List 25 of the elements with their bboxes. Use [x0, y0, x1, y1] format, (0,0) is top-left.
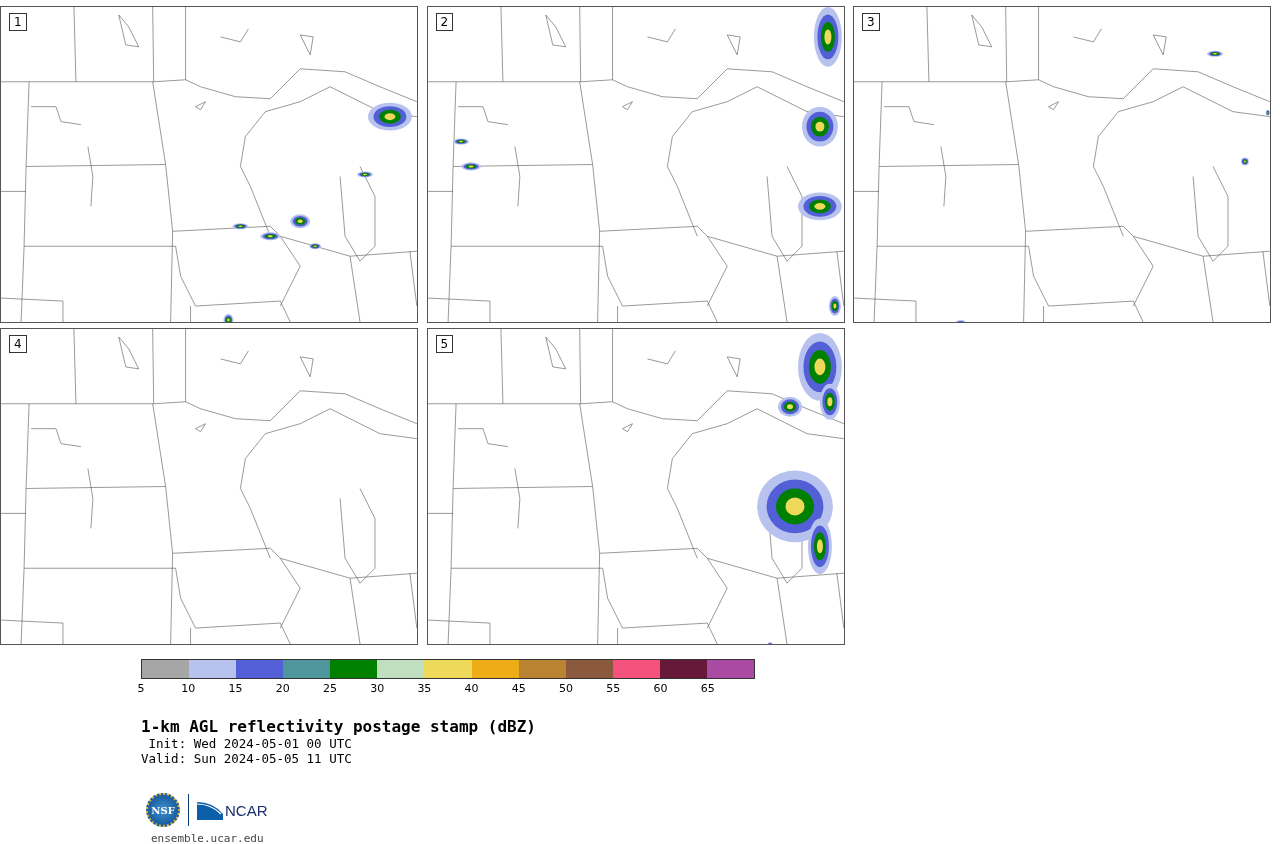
colorbar-tick-label: 45: [511, 682, 526, 695]
ncar-logo-text: NCAR: [225, 801, 268, 819]
panel-number: 2: [435, 13, 454, 31]
panel-number: 4: [9, 335, 27, 353]
colorbar-tick-label: 30: [370, 682, 385, 695]
panel-number: 5: [435, 335, 454, 353]
colorbar-tick-label: 60: [653, 682, 668, 695]
ncar-logo-icon: [197, 800, 223, 820]
colorbar-tick-label: 65: [700, 682, 715, 695]
init-time: Init: Wed 2024-05-01 00 UTC: [147, 736, 353, 751]
colorbar-tick-label: 20: [275, 682, 290, 695]
colorbar-tick-label: 5: [137, 682, 145, 695]
colorbar-tick-label: 40: [464, 682, 479, 695]
nsf-logo: NSF: [146, 793, 180, 827]
colorbar-tick-label: 25: [322, 682, 337, 695]
colorbar-tick-label: 55: [606, 682, 621, 695]
chart-title: 1-km AGL reflectivity postage stamp (dBZ): [141, 717, 537, 736]
colorbar-tick-label: 10: [181, 682, 196, 695]
panel-number: 1: [9, 13, 27, 31]
website-url: ensemble.ucar.edu: [151, 832, 265, 844]
colorbar-tick-label: 50: [559, 682, 574, 695]
colorbar-tick-label: 15: [228, 682, 243, 695]
valid-time: Valid: Sun 2024-05-05 11 UTC: [141, 751, 353, 766]
panel-number: 3: [862, 13, 880, 31]
colorbar-tick-label: 35: [417, 682, 432, 695]
